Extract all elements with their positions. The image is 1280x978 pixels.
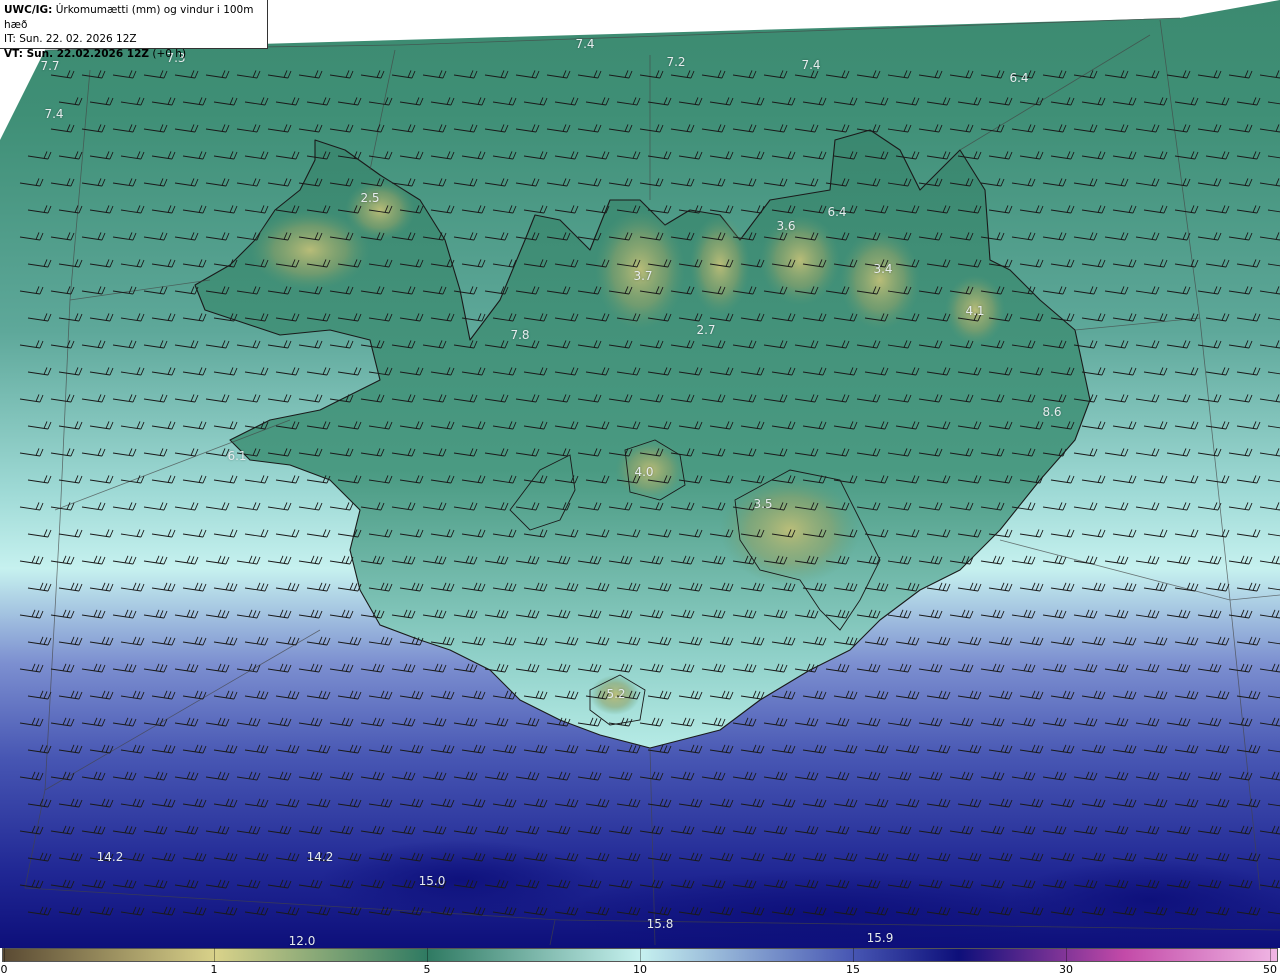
precip-value-label: 12.0	[288, 934, 316, 948]
color-scale-tick-label: 10	[633, 963, 647, 976]
map-header: UWC/IG: Úrkomumætti (mm) og vindur i 100…	[0, 0, 268, 60]
precip-value-label: 8.6	[1042, 405, 1062, 419]
precip-value-label: 15.0	[418, 874, 446, 888]
precip-value-label: 7.4	[801, 58, 821, 72]
color-scale-tick-label: 30	[1059, 963, 1073, 976]
precip-value-label: 4.0	[634, 465, 654, 479]
color-scale-tick-label: 50	[1263, 963, 1277, 976]
color-scale-tickmark	[427, 948, 428, 962]
precip-value-label: 3.4	[873, 262, 893, 276]
precip-value-label: 14.2	[306, 850, 334, 864]
precip-value-label: 7.7	[40, 59, 60, 73]
precip-value-label: 5.2	[606, 687, 626, 701]
precip-value-label: 7.4	[575, 37, 595, 51]
color-scale-tickmark	[4, 948, 5, 962]
color-scale-tick-label: 0	[0, 963, 8, 976]
color-scale-tick-label: 5	[423, 963, 431, 976]
color-scale-tick-label: 1	[210, 963, 218, 976]
precip-value-label: 6.1	[227, 449, 247, 463]
vt-label: VT: Sun. 22.02.2026 12Z	[4, 47, 150, 60]
precip-value-label: 7.4	[44, 107, 64, 121]
it-label: IT:	[4, 33, 16, 45]
color-scale-tickmark	[1066, 948, 1067, 962]
precip-value-label: 3.5	[753, 497, 773, 511]
color-scale-tickmark	[640, 948, 641, 962]
color-scale-tickmark	[214, 948, 215, 962]
color-scale-tickmark	[1270, 948, 1271, 962]
model-name: UWC/IG:	[4, 4, 53, 16]
vt-offset: (+0 h)	[152, 47, 187, 60]
precip-value-label: 2.7	[696, 323, 716, 337]
precip-value-label: 15.8	[646, 917, 674, 931]
precip-value-label: 3.7	[633, 269, 653, 283]
precip-value-label: 14.2	[96, 850, 124, 864]
precip-value-label: 7.8	[510, 328, 530, 342]
precip-value-label: 15.9	[866, 931, 894, 945]
precip-value-label: 6.4	[1009, 71, 1029, 85]
color-scale-tick-label: 15	[846, 963, 860, 976]
precip-value-label: 3.6	[776, 219, 796, 233]
precip-value-label: 6.4	[827, 205, 847, 219]
precip-value-label: 4.1	[965, 304, 985, 318]
color-scale-tickmark	[853, 948, 854, 962]
precip-value-label: 7.2	[666, 55, 686, 69]
precip-value-label: 2.5	[360, 191, 380, 205]
it-value: Sun. 22. 02. 2026 12Z	[19, 33, 137, 45]
precipitation-map: 7.4 7.2 7.4 6.4 7.3 7.7 7.4 2.5 6.4 3.6 3.4 3.7 4.1 2…	[0, 0, 1280, 948]
